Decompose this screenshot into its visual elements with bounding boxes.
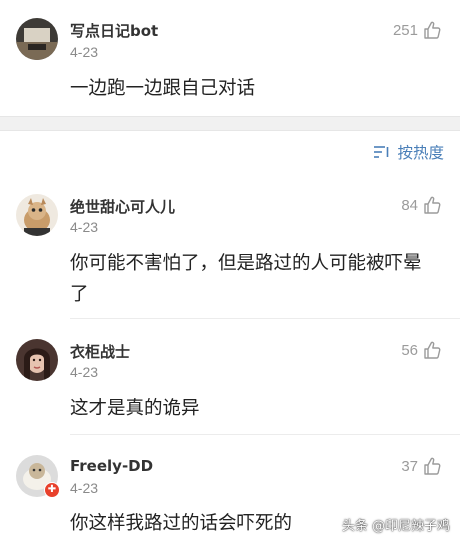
like-count: 251 (392, 21, 418, 39)
sort-label: 按热度 (397, 144, 444, 162)
comment-username[interactable]: 绝世甜心可人儿 (70, 196, 175, 217)
comment-text: 你可能不害怕了，但是路过的人可能被吓晕了 (70, 253, 422, 305)
divider (70, 318, 460, 319)
avatar[interactable] (16, 18, 58, 60)
comment-date: 4-23 (70, 364, 99, 380)
sort-lines-icon (374, 146, 389, 158)
thumb-up-icon (424, 21, 441, 39)
thumb-up-icon (424, 341, 441, 359)
sort-by-hot-button[interactable]: 按热度 (373, 141, 444, 163)
avatar[interactable] (16, 194, 58, 236)
comment-date: 4-23 (70, 44, 99, 60)
comment-date: 4-23 (70, 219, 99, 235)
watermark: 头条 @印尼辣子鸡 (341, 519, 450, 534)
like-button[interactable]: 37 (401, 456, 442, 476)
like-button[interactable]: 251 (393, 20, 442, 40)
comment-username[interactable]: 衣柜战士 (70, 341, 130, 362)
verified-badge: ✚ (44, 482, 60, 498)
comment-date: 4-23 (70, 480, 99, 496)
like-count: 56 (401, 341, 418, 359)
like-count: 84 (401, 196, 418, 214)
like-button[interactable]: 56 (401, 340, 442, 360)
divider (70, 434, 460, 435)
comment-text: 一边跑一边跟自己对话 (70, 78, 256, 99)
thumb-up-icon (424, 196, 441, 214)
section-divider (0, 116, 460, 131)
comment-text: 这才是真的诡异 (70, 398, 200, 419)
like-count: 37 (401, 457, 418, 475)
avatar[interactable] (16, 339, 58, 381)
like-button[interactable]: 84 (401, 195, 442, 215)
comment-username[interactable]: 写点日记bot (70, 20, 158, 41)
thumb-up-icon (424, 457, 441, 475)
comment-username[interactable]: Freely-DD (70, 457, 153, 475)
